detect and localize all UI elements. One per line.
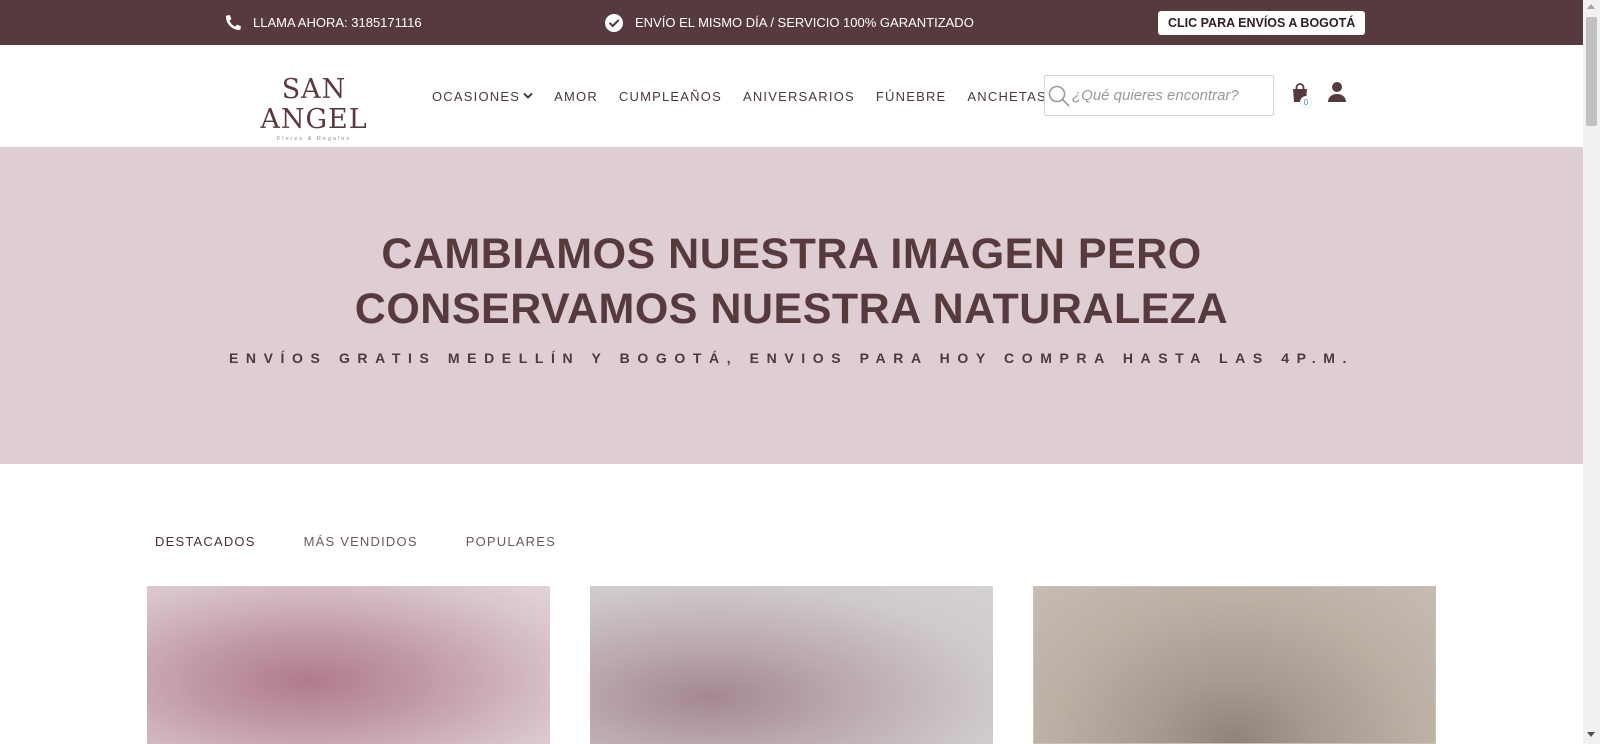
site-header: SAN ANGEL Flores & Regalos OCASIONES AMO… bbox=[0, 45, 1583, 147]
nav-item-funebre[interactable]: FÚNEBRE bbox=[876, 89, 947, 104]
tab-populares[interactable]: POPULARES bbox=[466, 534, 556, 549]
nav-item-ocasiones[interactable]: OCASIONES bbox=[432, 89, 533, 104]
account-button[interactable] bbox=[1328, 82, 1350, 106]
hero-banner: CAMBIAMOS NUESTRA IMAGEN PERO CONSERVAMO… bbox=[0, 147, 1583, 464]
nav-item-amor[interactable]: AMOR bbox=[554, 89, 598, 104]
cart-button[interactable]: 0 bbox=[1291, 83, 1313, 109]
hero-title-line-2: CONSERVAMOS NUESTRA NATURALEZA bbox=[354, 285, 1229, 333]
search-box bbox=[1044, 75, 1274, 116]
site-logo[interactable]: SAN ANGEL Flores & Regalos bbox=[229, 75, 399, 143]
tab-mas-vendidos[interactable]: MÁS VENDIDOS bbox=[304, 534, 418, 549]
nav-item-anchetas[interactable]: ANCHETAS bbox=[967, 89, 1046, 104]
nav-item-cumpleanos[interactable]: CUMPLEAÑOS bbox=[619, 89, 722, 104]
chevron-down-icon bbox=[523, 92, 533, 100]
check-circle-icon bbox=[605, 13, 623, 32]
page-scrollbar[interactable] bbox=[1583, 0, 1600, 744]
nav-item-aniversarios[interactable]: ANIVERSARIOS bbox=[743, 89, 855, 104]
product-card-image[interactable] bbox=[1033, 586, 1436, 744]
product-tabs: DESTACADOS MÁS VENDIDOS POPULARES bbox=[155, 534, 556, 549]
phone-text: LLAMA AHORA: 3185171116 bbox=[253, 15, 422, 30]
product-card-image[interactable] bbox=[147, 586, 550, 744]
promo-text: ENVÍO EL MISMO DÍA / SERVICIO 100% GARAN… bbox=[635, 15, 974, 30]
logo-tagline: Flores & Regalos bbox=[276, 136, 352, 142]
tab-destacados[interactable]: DESTACADOS bbox=[155, 534, 256, 549]
call-now[interactable]: LLAMA AHORA: 3185171116 bbox=[226, 0, 422, 45]
hero-title: CAMBIAMOS NUESTRA IMAGEN PERO CONSERVAMO… bbox=[0, 227, 1583, 337]
product-card-image[interactable] bbox=[590, 586, 993, 744]
search-icon[interactable] bbox=[1045, 76, 1072, 115]
top-announcement-bar: LLAMA AHORA: 3185171116 ENVÍO EL MISMO D… bbox=[0, 0, 1583, 45]
page: LLAMA AHORA: 3185171116 ENVÍO EL MISMO D… bbox=[0, 0, 1600, 744]
bogota-shipping-button[interactable]: CLIC PARA ENVÍOS A BOGOTÁ bbox=[1158, 11, 1366, 35]
hero-title-line-1: CAMBIAMOS NUESTRA IMAGEN PERO bbox=[381, 230, 1202, 278]
phone-icon bbox=[226, 15, 241, 30]
hero-subtitle: ENVÍOS GRATIS MEDELLÍN Y BOGOTÁ, ENVIOS … bbox=[228, 350, 1355, 366]
scrollbar-thumb[interactable] bbox=[1586, 17, 1597, 126]
scroll-up-arrow-icon[interactable] bbox=[1587, 4, 1595, 9]
same-day-promo: ENVÍO EL MISMO DÍA / SERVICIO 100% GARAN… bbox=[605, 0, 974, 45]
search-input[interactable] bbox=[1072, 77, 1273, 114]
user-icon bbox=[1328, 82, 1346, 102]
main-nav: OCASIONES AMOR CUMPLEAÑOS ANIVERSARIOS F… bbox=[432, 45, 1047, 147]
logo-name: SAN ANGEL bbox=[260, 74, 368, 135]
scroll-down-arrow-icon[interactable] bbox=[1587, 732, 1595, 737]
cart-count-badge: 0 bbox=[1300, 96, 1312, 108]
